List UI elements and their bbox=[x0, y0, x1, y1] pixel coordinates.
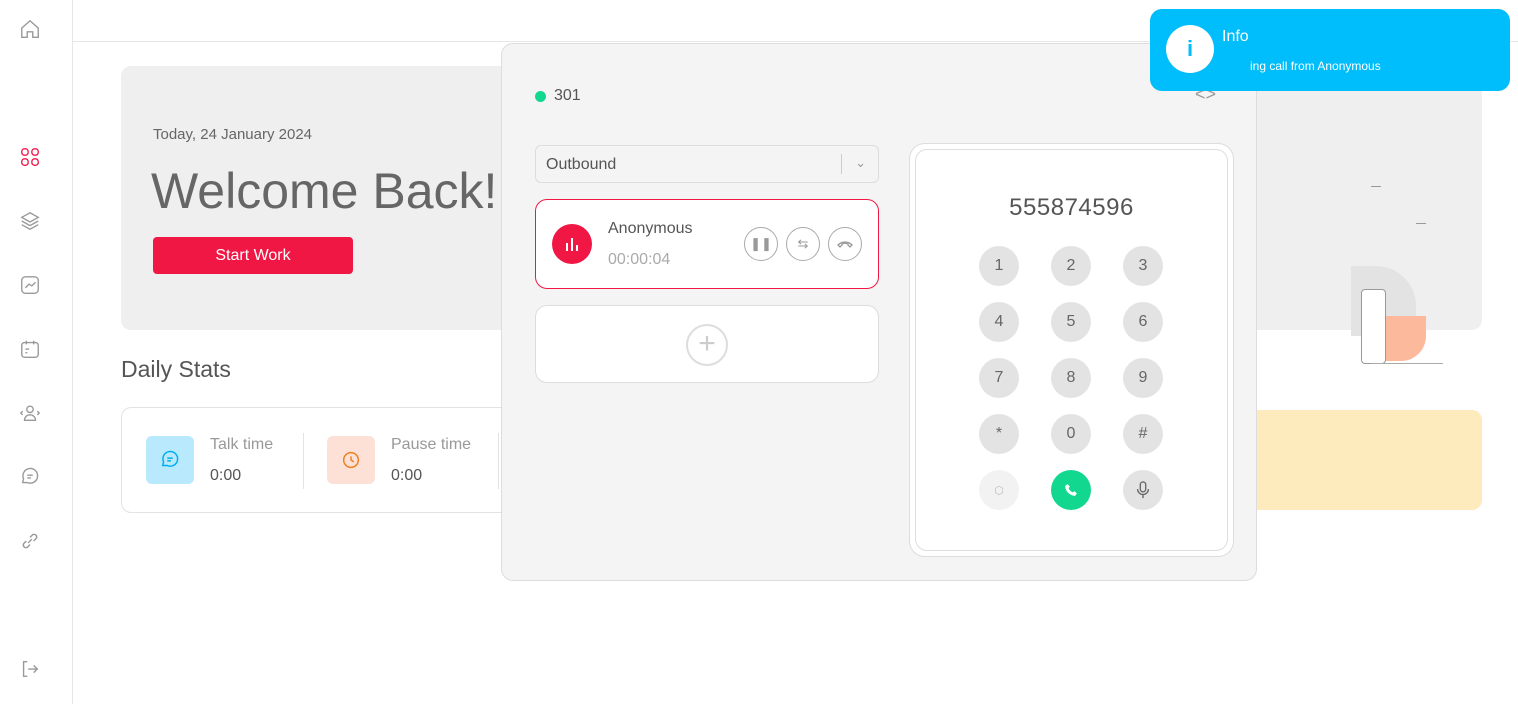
dialpad-key[interactable]: 4 bbox=[979, 302, 1019, 342]
dialpad-key[interactable]: 3 bbox=[1123, 246, 1163, 286]
stat-label: Talk time bbox=[210, 436, 274, 453]
home-icon[interactable] bbox=[19, 18, 41, 40]
audio-bars-icon bbox=[552, 224, 592, 264]
toast-message: ing call from Anonymous bbox=[1250, 59, 1381, 73]
illustration bbox=[1251, 186, 1451, 366]
plus-icon[interactable]: + bbox=[686, 324, 728, 366]
sidebar bbox=[0, 0, 73, 704]
dashboard-icon[interactable] bbox=[19, 146, 41, 168]
online-status-dot bbox=[535, 90, 546, 102]
call-duration: 00:00:04 bbox=[608, 251, 671, 268]
phone-icon bbox=[1065, 484, 1077, 496]
extension-number: 301 bbox=[554, 87, 581, 104]
dialpad-key[interactable]: 5 bbox=[1051, 302, 1091, 342]
stat-value: 0:00 bbox=[391, 467, 423, 484]
dialed-number[interactable]: 555874596 bbox=[916, 194, 1227, 222]
dialpad-key[interactable]: 8 bbox=[1051, 358, 1091, 398]
dialpad-key[interactable]: 7 bbox=[979, 358, 1019, 398]
dialpad-key[interactable]: 0 bbox=[1051, 414, 1091, 454]
welcome-title: Welcome Back! bbox=[151, 163, 498, 219]
dialpad-key[interactable]: 1 bbox=[979, 246, 1019, 286]
extension-status: 301 bbox=[535, 87, 581, 105]
caller-name: Anonymous bbox=[608, 220, 693, 237]
transfer-button[interactable]: ⇆ bbox=[786, 227, 820, 261]
toast-title: Info bbox=[1222, 28, 1249, 45]
chat-icon bbox=[146, 436, 194, 484]
microphone-button[interactable] bbox=[1123, 470, 1163, 510]
clock-icon bbox=[327, 436, 375, 484]
dialpad-key[interactable]: 9 bbox=[1123, 358, 1163, 398]
dialpad-key[interactable]: 2 bbox=[1051, 246, 1091, 286]
chart-icon[interactable] bbox=[19, 274, 41, 296]
stat-label: Pause time bbox=[391, 436, 472, 453]
divider bbox=[498, 433, 499, 489]
divider bbox=[303, 433, 304, 489]
stat-card-yellow bbox=[1230, 410, 1482, 510]
dialpad-key[interactable]: # bbox=[1123, 414, 1163, 454]
transfer-icon: ⇆ bbox=[797, 236, 809, 251]
microphone-icon bbox=[1136, 481, 1150, 499]
hold-button[interactable]: ❚❚ bbox=[744, 227, 778, 261]
dialpad-key[interactable]: 6 bbox=[1123, 302, 1163, 342]
add-call-card[interactable]: + bbox=[535, 305, 879, 383]
start-work-button[interactable]: Start Work bbox=[153, 237, 353, 274]
info-icon: i bbox=[1166, 25, 1214, 73]
direction-value: Outbound bbox=[546, 156, 617, 173]
layers-icon[interactable] bbox=[19, 210, 41, 232]
call-button[interactable] bbox=[1051, 470, 1091, 510]
dialpad-key[interactable]: * bbox=[979, 414, 1019, 454]
link-icon[interactable] bbox=[19, 530, 41, 552]
hangup-button[interactable] bbox=[828, 227, 862, 261]
chat-icon[interactable] bbox=[19, 466, 41, 488]
chevron-down-icon: ⌄ bbox=[855, 155, 866, 170]
info-toast[interactable]: i Info ing call from Anonymous bbox=[1150, 9, 1510, 91]
pause-icon: ❚❚ bbox=[750, 236, 772, 251]
active-call-card[interactable]: Anonymous 00:00:04 ❚❚ ⇆ bbox=[535, 199, 879, 289]
daily-stats-card: Talk time 0:00 Pause time 0:00 bbox=[121, 407, 541, 513]
direction-select[interactable]: Outbound ⌄ bbox=[535, 145, 879, 183]
calendar-icon[interactable] bbox=[19, 338, 41, 360]
logout-icon[interactable] bbox=[19, 658, 41, 680]
date-text: Today, 24 January 2024 bbox=[153, 126, 313, 143]
daily-stats-title: Daily Stats bbox=[121, 356, 231, 382]
stat-value: 0:00 bbox=[210, 467, 242, 484]
users-icon[interactable] bbox=[19, 402, 41, 424]
dialpad-panel: 555874596 1 2 3 4 5 6 7 8 9 * 0 # ⬡ bbox=[909, 143, 1234, 557]
dialpad: 555874596 1 2 3 4 5 6 7 8 9 * 0 # ⬡ bbox=[915, 149, 1228, 551]
divider bbox=[841, 154, 842, 174]
softphone-panel: 301 <> Outbound ⌄ Anonymous 00:00:04 ❚❚ ⇆… bbox=[501, 43, 1257, 581]
auto-answer-icon[interactable]: ⬡ bbox=[979, 470, 1019, 510]
hangup-icon bbox=[837, 241, 853, 248]
